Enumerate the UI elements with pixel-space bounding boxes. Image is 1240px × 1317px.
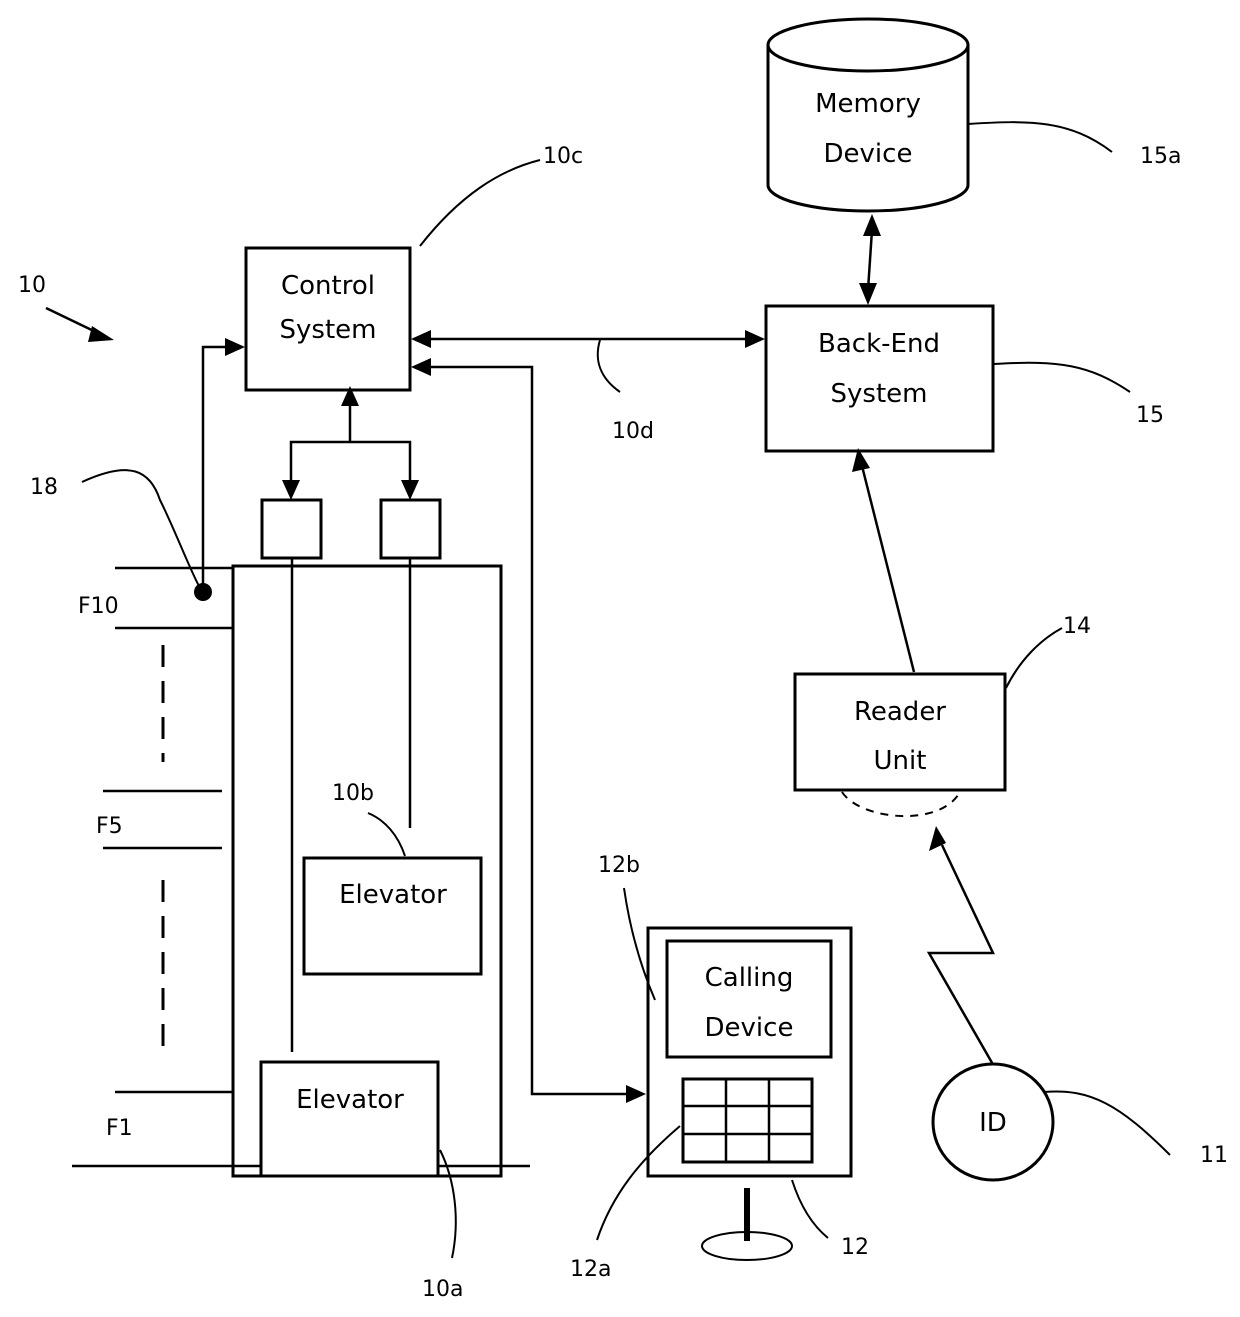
leader-14 xyxy=(1005,627,1063,689)
memory-device-label-1: Memory xyxy=(815,89,921,119)
ref-10c: 10c xyxy=(543,144,583,169)
leader-11 xyxy=(1043,1090,1171,1156)
arrowhead xyxy=(411,330,431,348)
elevator-10b: Elevator xyxy=(302,856,483,976)
drive-unit-1 xyxy=(260,498,323,560)
ref-12b: 12b xyxy=(598,853,640,878)
ref-10: 10 xyxy=(18,273,46,298)
elevator-10a-label: Elevator xyxy=(296,1085,404,1115)
ref-18: 18 xyxy=(30,475,58,500)
calling-device-label-1: Calling xyxy=(705,963,794,993)
wireless-link xyxy=(926,844,997,1069)
ref-12: 12 xyxy=(841,1235,869,1260)
calling-device: Calling Device xyxy=(646,926,853,1261)
control-system-label-1: Control xyxy=(281,271,375,301)
ref-10b: 10b xyxy=(332,781,374,806)
elevator-system-diagram: Memory Device 15a Back-End System 15 Con… xyxy=(18,17,1228,1302)
calling-device-label-2: Device xyxy=(705,1013,794,1043)
drive-unit-2 xyxy=(379,498,442,560)
drive-branch xyxy=(289,440,412,485)
reader-backend-link xyxy=(860,465,916,673)
ref-15a: 15a xyxy=(1140,144,1181,169)
reader-unit-label-1: Reader xyxy=(854,697,946,727)
reader-unit-label-2: Unit xyxy=(874,746,927,776)
floor-label-f10: F10 xyxy=(78,594,119,619)
floor-label-f5: F5 xyxy=(96,814,123,839)
ref-10a: 10a xyxy=(422,1277,463,1302)
back-end-label-2: System xyxy=(831,379,928,409)
arrowhead xyxy=(88,326,114,342)
memory-device-label-2: Device xyxy=(824,139,913,169)
arrowhead xyxy=(863,214,881,236)
ref-11: 11 xyxy=(1200,1143,1228,1168)
leader-15 xyxy=(992,361,1131,393)
arrowhead xyxy=(282,480,300,500)
arrowhead xyxy=(225,338,245,356)
arrowhead xyxy=(401,480,419,500)
memory-backend-link xyxy=(866,229,874,291)
control-system-label-2: System xyxy=(280,315,377,345)
arrowhead xyxy=(859,283,877,305)
keypad xyxy=(681,1077,814,1164)
elevator-10b-label: Elevator xyxy=(339,880,447,910)
arrowhead xyxy=(411,358,431,376)
leader-10d xyxy=(596,339,621,393)
id-token-label: ID xyxy=(979,1108,1007,1138)
reader-field xyxy=(841,791,961,818)
back-end-label-1: Back-End xyxy=(818,329,940,359)
leader-18 xyxy=(81,469,201,589)
leader-10c xyxy=(419,159,541,247)
sensor-18 xyxy=(194,583,212,601)
ref-10d: 10d xyxy=(612,419,654,444)
reader-unit: Reader Unit xyxy=(793,672,1007,792)
ref-15: 15 xyxy=(1136,403,1164,428)
memory-device: Memory Device xyxy=(766,17,970,213)
elevator-10a: Elevator xyxy=(259,1060,440,1178)
floor-label-f1: F1 xyxy=(106,1116,133,1141)
leader-12 xyxy=(791,1179,829,1239)
arrowhead xyxy=(745,330,765,348)
back-end-system: Back-End System xyxy=(764,304,995,453)
ref-12a: 12a xyxy=(570,1257,611,1282)
arrowhead xyxy=(626,1085,646,1103)
control-system: Control System xyxy=(244,246,412,392)
sensor-control-link xyxy=(201,345,228,592)
id-token: ID xyxy=(931,1062,1055,1182)
leader-15a xyxy=(967,121,1113,153)
ref-14: 14 xyxy=(1063,614,1091,639)
